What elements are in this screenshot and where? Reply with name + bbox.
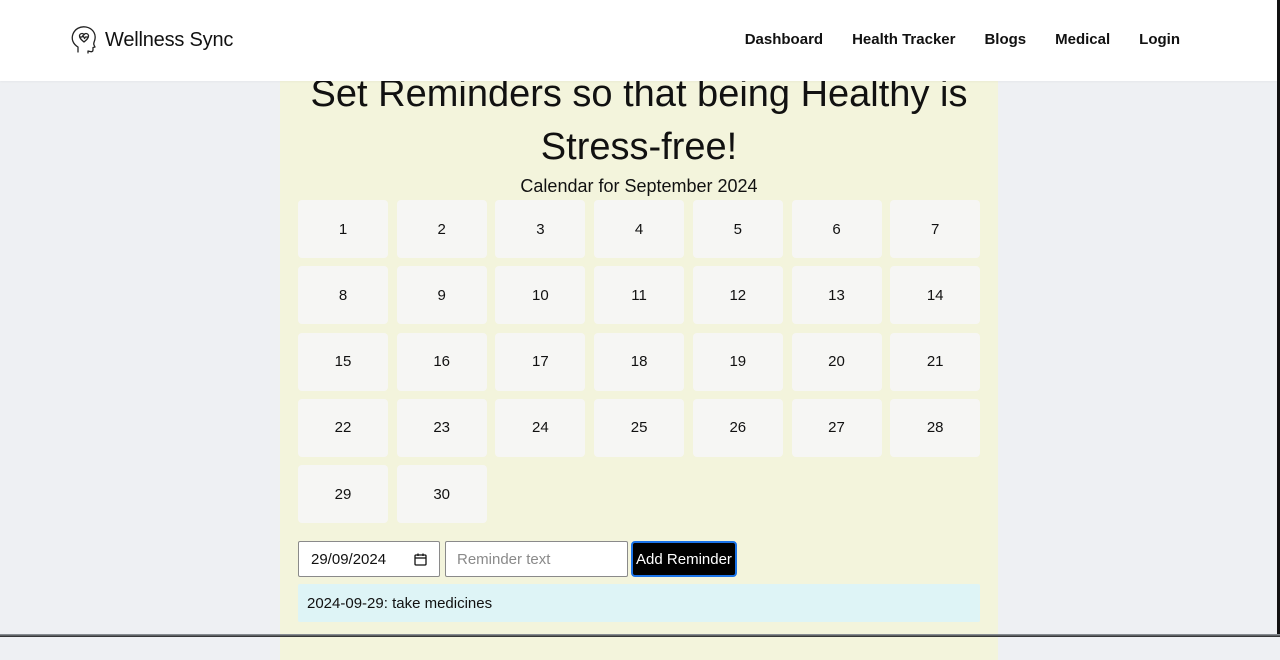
- calendar-day-11[interactable]: 11: [594, 266, 685, 325]
- calendar-day-20[interactable]: 20: [791, 332, 882, 391]
- add-reminder-button[interactable]: Add Reminder: [631, 541, 737, 577]
- calendar-title: Calendar for September 2024: [520, 176, 758, 196]
- brand-name: Wellness Sync: [105, 28, 234, 51]
- calendar-day-18[interactable]: 18: [594, 332, 685, 391]
- calendar-day-13[interactable]: 13: [791, 266, 882, 325]
- calendar-day-30[interactable]: 30: [396, 465, 487, 524]
- calendar-day-4[interactable]: 4: [594, 200, 685, 258]
- date-input[interactable]: 29/09/2024: [298, 541, 440, 577]
- calendar-day-28[interactable]: 28: [890, 398, 981, 457]
- calendar-day-7[interactable]: 7: [890, 200, 981, 258]
- calendar-day-26[interactable]: 26: [692, 398, 783, 457]
- calendar-day-16[interactable]: 16: [396, 332, 487, 391]
- calendar-day-12[interactable]: 12: [692, 266, 783, 325]
- head-heart-icon: [68, 24, 100, 56]
- nav-links: Dashboard Health Tracker Blogs Medical L…: [716, 31, 1180, 48]
- calendar-day-14[interactable]: 14: [890, 266, 981, 325]
- calendar-day-21[interactable]: 21: [890, 332, 981, 391]
- calendar-day-5[interactable]: 5: [692, 200, 783, 258]
- calendar-day-1[interactable]: 1: [298, 200, 388, 258]
- calendar-day-3[interactable]: 3: [495, 200, 586, 258]
- calendar-day-2[interactable]: 2: [396, 200, 487, 258]
- nav-link-login[interactable]: Login: [1139, 31, 1180, 48]
- reminder-panel: Set Reminders so that being Healthy is S…: [280, 60, 998, 660]
- date-input-value: 29/09/2024: [311, 550, 387, 568]
- calendar-day-25[interactable]: 25: [594, 398, 685, 457]
- calendar-day-22[interactable]: 22: [298, 398, 388, 457]
- top-navbar: Wellness Sync Dashboard Health Tracker B…: [0, 0, 1277, 81]
- nav-link-blogs[interactable]: Blogs: [984, 31, 1026, 48]
- reminder-item: 2024-09-29: take medicines: [298, 584, 980, 622]
- calendar-day-9[interactable]: 9: [396, 266, 487, 325]
- nav-link-health-tracker[interactable]: Health Tracker: [852, 31, 955, 48]
- page-heading: Set Reminders so that being Healthy is S…: [280, 68, 998, 174]
- calendar-day-29[interactable]: 29: [298, 465, 388, 524]
- calendar-day-27[interactable]: 27: [791, 398, 882, 457]
- calendar-day-8[interactable]: 8: [298, 266, 388, 325]
- brand[interactable]: Wellness Sync: [68, 24, 233, 56]
- calendar-day-15[interactable]: 15: [298, 332, 388, 391]
- heading-line-2: Stress-free!: [540, 126, 738, 168]
- calendar-picker-icon[interactable]: [414, 553, 427, 566]
- calendar-day-19[interactable]: 19: [692, 332, 783, 391]
- nav-link-dashboard[interactable]: Dashboard: [745, 31, 823, 48]
- calendar-day-23[interactable]: 23: [396, 398, 487, 457]
- nav-link-medical[interactable]: Medical: [1055, 31, 1110, 48]
- calendar-day-24[interactable]: 24: [495, 398, 586, 457]
- calendar-day-10[interactable]: 10: [495, 266, 586, 325]
- reminder-text-input[interactable]: [445, 541, 628, 577]
- calendar-day-17[interactable]: 17: [495, 332, 586, 391]
- calendar-day-6[interactable]: 6: [791, 200, 882, 258]
